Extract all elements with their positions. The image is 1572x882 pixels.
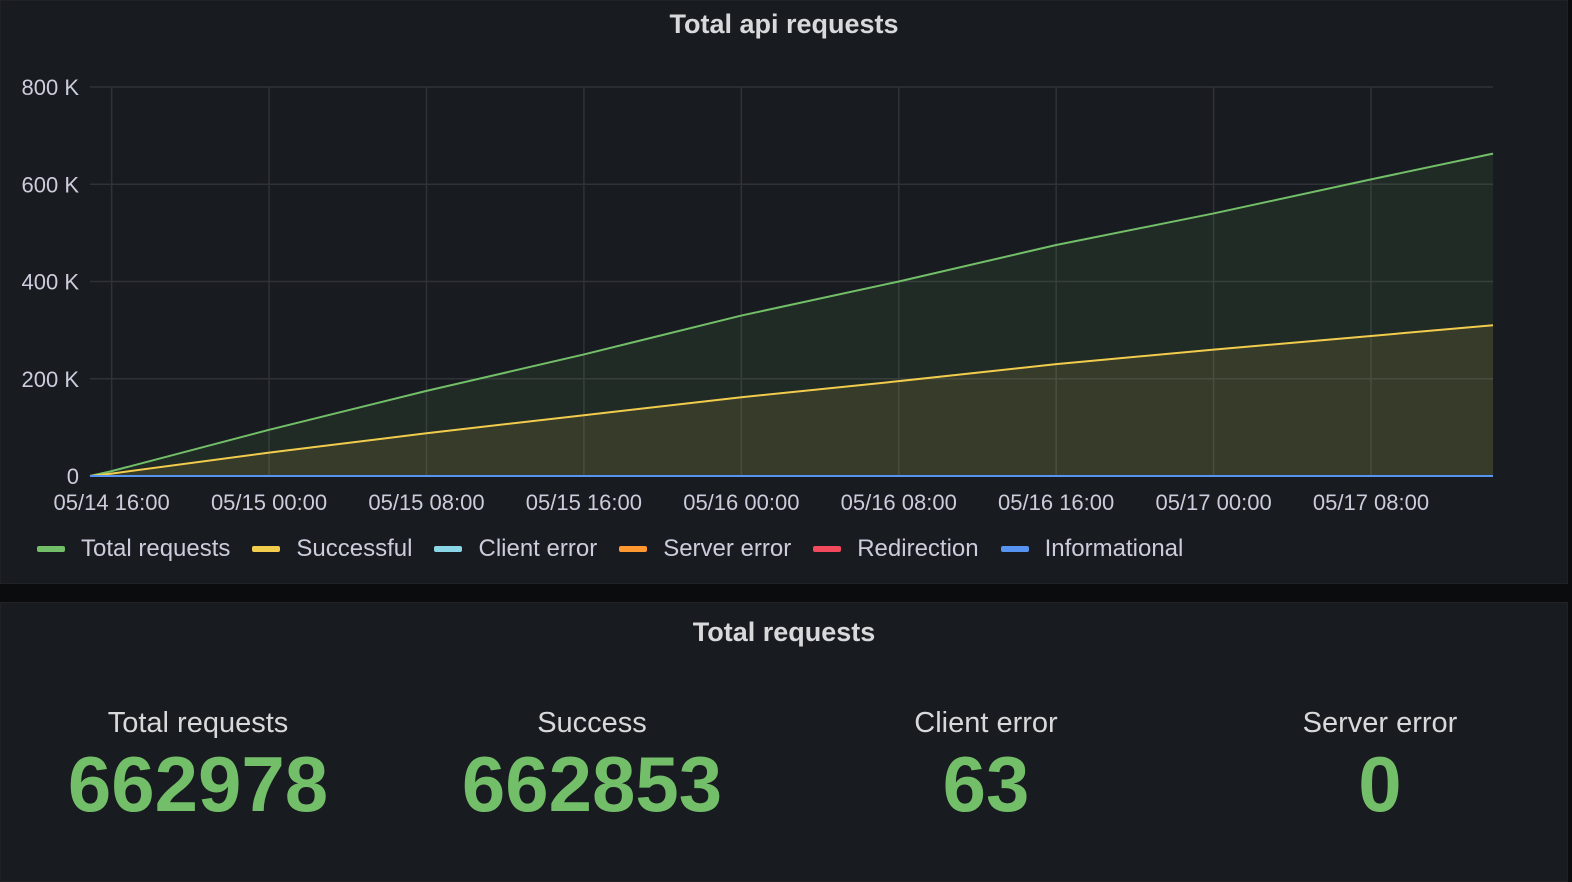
chart-legend: Total requests Successful Client error S… xyxy=(37,535,1205,563)
stat-value: 662853 xyxy=(461,740,723,828)
legend-label: Informational xyxy=(1044,535,1184,562)
stat-label: Total requests xyxy=(107,707,289,739)
legend-label: Client error xyxy=(478,535,598,562)
x-tick-label: 05/15 16:00 xyxy=(526,490,642,515)
legend-swatch xyxy=(434,546,463,552)
legend-item-successful[interactable]: Successful xyxy=(252,535,412,563)
legend-label: Total requests xyxy=(81,535,231,562)
legend-item-redirection[interactable]: Redirection xyxy=(813,535,979,563)
stat-label: Server error xyxy=(1302,707,1458,739)
stat-value: 662978 xyxy=(67,740,329,828)
x-tick-label: 05/14 16:00 xyxy=(54,490,170,515)
graph-panel[interactable]: Total api requests 0 200 K 400 K 600 K 800 K… xyxy=(0,0,1568,584)
x-tick-label: 05/16 08:00 xyxy=(841,490,957,515)
y-tick-label: 400 K xyxy=(22,270,80,295)
stat-total-requests: Total requests 662978 xyxy=(1,707,395,826)
stats-panel[interactable]: Total requests Total requests 662978 Suc… xyxy=(0,602,1568,882)
legend-swatch xyxy=(252,546,281,552)
stat-success: Success 662853 xyxy=(395,707,789,826)
legend-item-client-error[interactable]: Client error xyxy=(434,535,597,563)
stat-label: Success xyxy=(537,707,647,739)
legend-item-server-error[interactable]: Server error xyxy=(619,535,791,563)
legend-label: Server error xyxy=(663,535,792,562)
x-tick-label: 05/17 08:00 xyxy=(1313,490,1429,515)
legend-swatch xyxy=(37,546,65,552)
stat-server-error: Server error 0 xyxy=(1183,707,1572,826)
panel-title[interactable]: Total requests xyxy=(1,617,1567,648)
legend-swatch xyxy=(1000,546,1029,552)
y-tick-label: 800 K xyxy=(22,75,80,100)
y-tick-label: 600 K xyxy=(22,172,80,197)
legend-item-informational[interactable]: Informational xyxy=(1000,535,1184,563)
x-tick-label: 05/16 16:00 xyxy=(998,490,1114,515)
stat-label: Client error xyxy=(914,707,1058,739)
x-tick-label: 05/15 00:00 xyxy=(211,490,327,515)
time-series-chart[interactable]: 0 200 K 400 K 600 K 800 K 05/14 16:00 05/15 00… xyxy=(1,1,1569,531)
x-tick-label: 05/15 08:00 xyxy=(368,490,484,515)
y-tick-label: 0 xyxy=(67,464,79,489)
legend-label: Successful xyxy=(296,535,413,562)
legend-swatch xyxy=(619,546,648,552)
stat-value: 0 xyxy=(1358,740,1402,828)
x-tick-label: 05/16 00:00 xyxy=(683,490,799,515)
stat-client-error: Client error 63 xyxy=(789,707,1183,826)
legend-swatch xyxy=(813,546,842,552)
y-tick-label: 200 K xyxy=(22,367,80,392)
legend-item-total-requests[interactable]: Total requests xyxy=(37,535,230,563)
stat-value: 63 xyxy=(942,740,1030,828)
legend-label: Redirection xyxy=(857,535,979,562)
x-tick-label: 05/17 00:00 xyxy=(1155,490,1271,515)
